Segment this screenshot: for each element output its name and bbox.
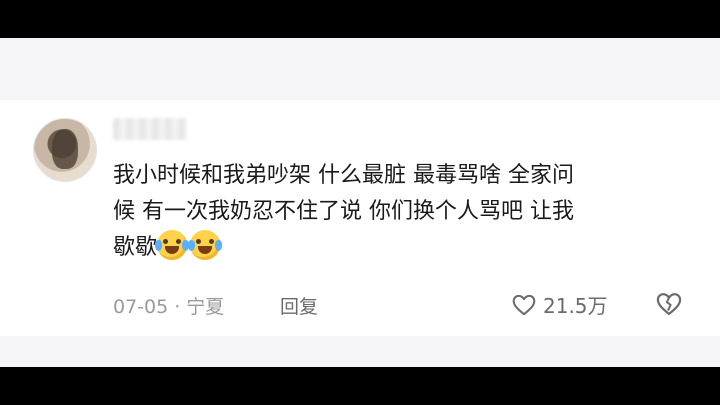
dislike-button[interactable] xyxy=(654,290,684,318)
broken-heart-outline-icon xyxy=(656,293,682,316)
laugh-cry-emoji xyxy=(155,230,190,260)
meta-separator: · xyxy=(174,296,181,318)
username[interactable]: ▪▪▪ xyxy=(113,118,187,140)
like-button[interactable]: 21.5万 xyxy=(511,290,608,319)
comment-date: 07-05 xyxy=(113,296,169,318)
comment-line-1: 我小时候和我弟吵架 什么最脏 最毒骂啥 全家问 xyxy=(113,163,574,188)
reply-button[interactable]: 回复 xyxy=(280,292,318,319)
avatar-silhouette xyxy=(52,129,78,169)
comment-meta: 07-05 · 宁夏 xyxy=(113,292,230,319)
like-count: 21.5万 xyxy=(543,294,608,318)
comment-line-3: 歇歇 xyxy=(113,235,158,260)
comment-line-2: 候 有一次我奶忍不住了说 你们换个人骂吧 让我 xyxy=(113,199,574,224)
comment-location: 宁夏 xyxy=(186,296,225,318)
laugh-cry-emoji xyxy=(188,230,223,260)
avatar[interactable] xyxy=(33,118,97,182)
comment-text: 我小时候和我弟吵架 什么最脏 最毒骂啥 全家问 候 有一次我奶忍不住了说 你们换… xyxy=(113,158,703,266)
heart-outline-icon xyxy=(512,294,536,315)
